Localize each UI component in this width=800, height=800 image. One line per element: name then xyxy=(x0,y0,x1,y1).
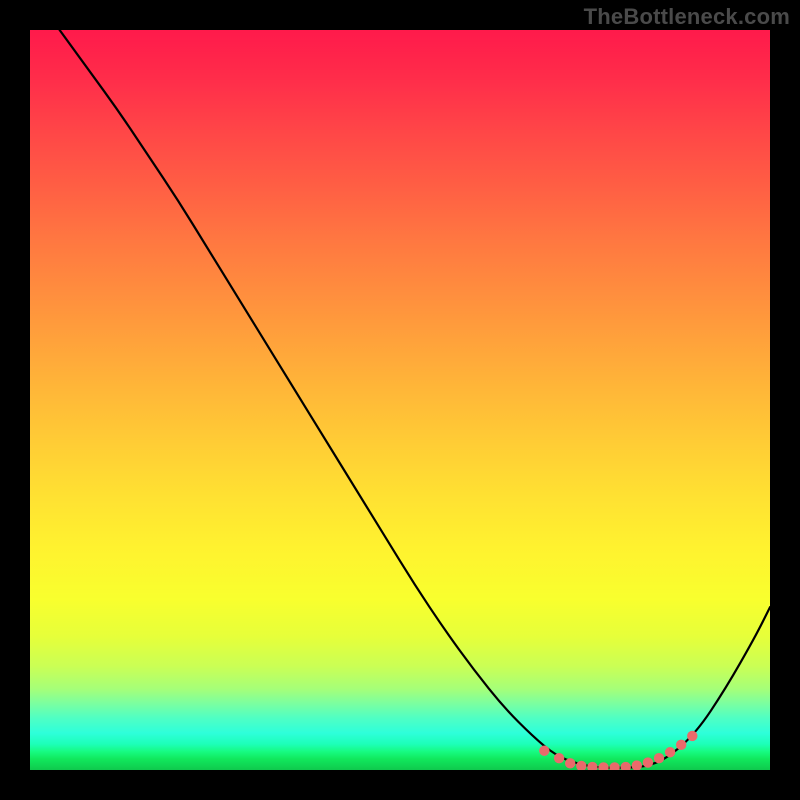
marker-dot xyxy=(621,762,631,770)
marker-dot xyxy=(587,762,597,770)
chart-frame: TheBottleneck.com xyxy=(0,0,800,800)
marker-dot xyxy=(654,753,664,763)
marker-dot xyxy=(565,758,575,768)
marker-dot xyxy=(643,757,653,767)
marker-dot xyxy=(687,731,697,741)
watermark-text: TheBottleneck.com xyxy=(584,4,790,30)
marker-dot xyxy=(632,760,642,770)
marker-dot xyxy=(554,753,564,763)
curve-layer xyxy=(30,30,770,770)
bottleneck-curve xyxy=(60,30,770,768)
optimal-zone-markers xyxy=(539,731,697,770)
marker-dot xyxy=(598,762,608,770)
plot-area xyxy=(30,30,770,770)
marker-dot xyxy=(665,747,675,757)
marker-dot xyxy=(676,740,686,750)
marker-dot xyxy=(609,762,619,770)
marker-dot xyxy=(539,746,549,756)
marker-dot xyxy=(576,761,586,770)
